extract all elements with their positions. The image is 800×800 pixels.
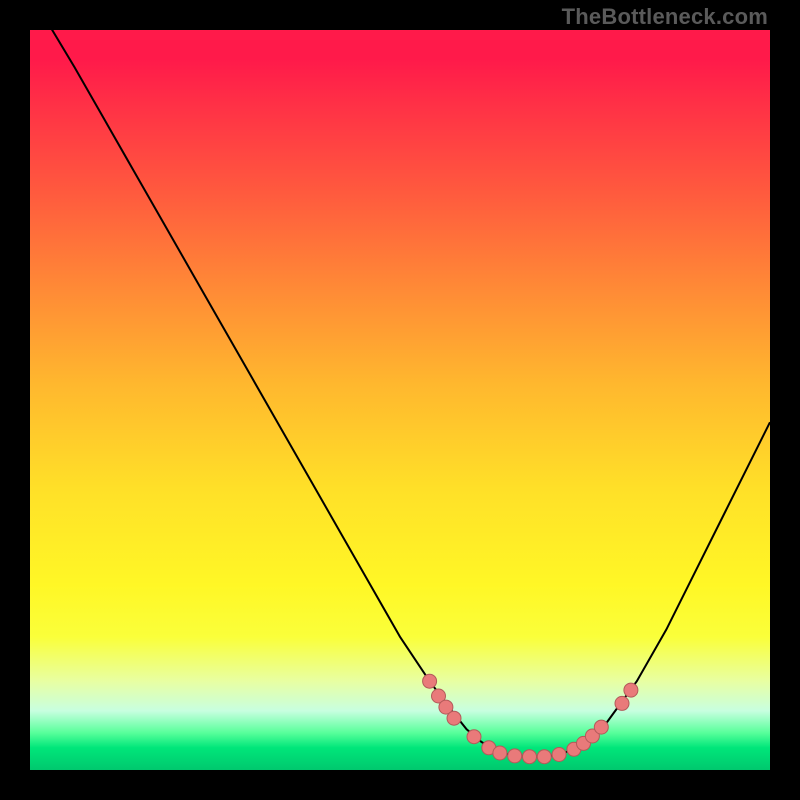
bottleneck-chart xyxy=(30,30,770,770)
attribution-text: TheBottleneck.com xyxy=(562,4,768,30)
bottleneck-curve xyxy=(30,30,770,757)
curve-marker xyxy=(508,749,522,763)
curve-marker xyxy=(423,674,437,688)
curve-marker xyxy=(467,730,481,744)
curve-markers xyxy=(423,674,638,764)
curve-marker xyxy=(493,746,507,760)
curve-marker xyxy=(624,683,638,697)
curve-marker xyxy=(552,748,566,762)
curve-marker xyxy=(447,711,461,725)
curve-marker xyxy=(537,750,551,764)
curve-marker xyxy=(594,720,608,734)
curve-marker xyxy=(523,750,537,764)
curve-marker xyxy=(615,696,629,710)
